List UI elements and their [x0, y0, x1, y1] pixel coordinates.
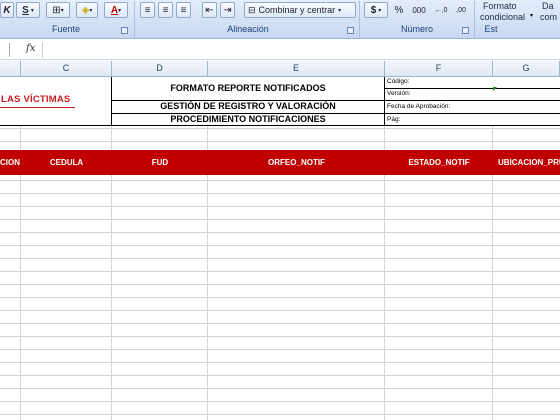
chevron-down-icon: ▾ — [378, 7, 382, 14]
increase-indent-button[interactable]: ⇥ — [220, 2, 235, 18]
fill-color-dropdown[interactable]: ◈ ▾ — [76, 2, 98, 18]
merge-center-button[interactable]: ⊟ Combinar y centrar ▾ — [244, 2, 356, 18]
alineacion-group-label: Alineación — [227, 24, 269, 34]
borders-dropdown[interactable]: ⊞ ▾ — [46, 2, 70, 18]
decrease-decimal-icon: ,00 — [456, 6, 466, 14]
chevron-down-icon: ▾ — [338, 7, 342, 14]
formula-input[interactable] — [42, 42, 560, 58]
name-box[interactable] — [0, 43, 10, 57]
header-orfeo-notif[interactable]: ORFEO_NOTIF — [208, 150, 385, 175]
group-separator — [134, 1, 135, 38]
chevron-down-icon: ▾ — [118, 7, 122, 14]
strikethrough-dropdown[interactable]: S ▾ — [16, 2, 40, 18]
align-right-button[interactable]: ≡ — [176, 2, 191, 18]
group-separator — [359, 1, 360, 38]
currency-icon: $ — [370, 4, 377, 16]
comment-indicator — [493, 87, 497, 91]
s-glyph: S — [22, 4, 29, 16]
chevron-down-icon: ▾ — [30, 7, 34, 14]
header-fud[interactable]: FUD — [112, 150, 208, 175]
thousands-icon: 000 — [412, 5, 426, 15]
chevron-down-icon: ▾ — [60, 7, 64, 14]
decrease-indent-icon: ⇤ — [205, 4, 214, 16]
italic-k-glyph: K — [3, 4, 11, 16]
thousands-button[interactable]: 000 — [410, 2, 428, 18]
decrease-indent-button[interactable]: ⇤ — [202, 2, 217, 18]
italic-button[interactable]: K — [0, 2, 14, 18]
percent-button[interactable]: % — [392, 2, 406, 18]
conditional-format-button[interactable]: Formato condicional ▾ — [478, 1, 534, 23]
fuente-dialog-launcher[interactable] — [121, 27, 128, 34]
report-procedure: PROCEDIMIENTO NOTIFICACIONES — [170, 114, 326, 124]
header-cion[interactable]: CION — [0, 150, 21, 175]
conditional-format-line2: condicional — [480, 12, 526, 22]
meta-cell-pag — [384, 113, 560, 126]
column-header-e[interactable]: E — [208, 61, 385, 77]
merge-cells-icon: ⊟ — [248, 4, 256, 15]
header-cedula[interactable]: CEDULA — [21, 150, 112, 175]
fx-icon[interactable]: fx — [26, 43, 35, 54]
column-header-d[interactable]: D — [112, 61, 208, 77]
header-ubicacion-pru[interactable]: UBICACION_PRU — [493, 150, 560, 175]
paint-bucket-icon: ◈ — [81, 4, 90, 16]
table-format-line1: Da — [542, 1, 554, 11]
align-right-icon: ≡ — [180, 4, 187, 16]
formula-bar: fx — [0, 40, 560, 60]
increase-indent-icon: ⇥ — [223, 4, 232, 16]
fuente-group-label: Fuente — [51, 24, 81, 34]
meta-fecha: Fecha de Aprobación: — [387, 103, 451, 110]
table-format-line2: com — [540, 12, 558, 22]
merge-center-label: Combinar y centrar — [258, 5, 336, 15]
increase-decimal-button[interactable]: ←,0 — [432, 2, 450, 18]
meta-pag: Pág: — [387, 116, 401, 123]
align-left-icon: ≡ — [144, 4, 151, 16]
alineacion-dialog-launcher[interactable] — [347, 27, 354, 34]
align-center-button[interactable]: ≡ — [158, 2, 173, 18]
estilos-group-label: Est — [484, 24, 498, 34]
decrease-decimal-button[interactable]: ,00 — [452, 2, 470, 18]
numero-group-label: Número — [400, 24, 433, 34]
align-left-button[interactable]: ≡ — [140, 2, 155, 18]
table-format-button[interactable]: Da com — [540, 1, 560, 23]
ribbon: K S ▾ ⊞ ▾ ◈ ▾ A ▾ Fuente ≡ ≡ ≡ ⇤ ⇥ ⊟ Combina… — [0, 0, 560, 39]
meta-version: Versión: — [387, 90, 411, 97]
chevron-down-icon: ▾ — [530, 13, 534, 19]
percent-icon: % — [394, 4, 404, 16]
column-header-b[interactable] — [0, 61, 21, 77]
group-separator — [474, 1, 475, 38]
column-header-c[interactable]: C — [21, 61, 112, 77]
report-subtitle: GESTIÓN DE REGISTRO Y VALORACIÓN — [160, 101, 336, 111]
currency-dropdown[interactable]: $ ▾ — [364, 2, 388, 18]
increase-decimal-icon: ←,0 — [434, 6, 448, 14]
conditional-format-line1: Formato — [483, 1, 517, 11]
borders-icon: ⊞ — [52, 4, 61, 16]
logo-text: LAS VÍCTIMAS — [0, 94, 78, 106]
font-color-dropdown[interactable]: A ▾ — [104, 2, 128, 18]
meta-codigo: Código: — [387, 78, 410, 85]
chevron-down-icon: ▾ — [89, 7, 93, 14]
numero-dialog-launcher[interactable] — [462, 27, 469, 34]
header-estado-notif[interactable]: ESTADO_NOTIF — [385, 150, 493, 175]
column-header-f[interactable]: F — [385, 61, 493, 77]
logo-underline — [0, 107, 75, 108]
report-title: FORMATO REPORTE NOTIFICADOS — [170, 83, 326, 93]
column-header-g[interactable]: G — [493, 61, 560, 77]
font-color-icon: A — [110, 4, 119, 16]
cell-grid[interactable] — [0, 77, 560, 420]
align-center-icon: ≡ — [162, 4, 169, 16]
